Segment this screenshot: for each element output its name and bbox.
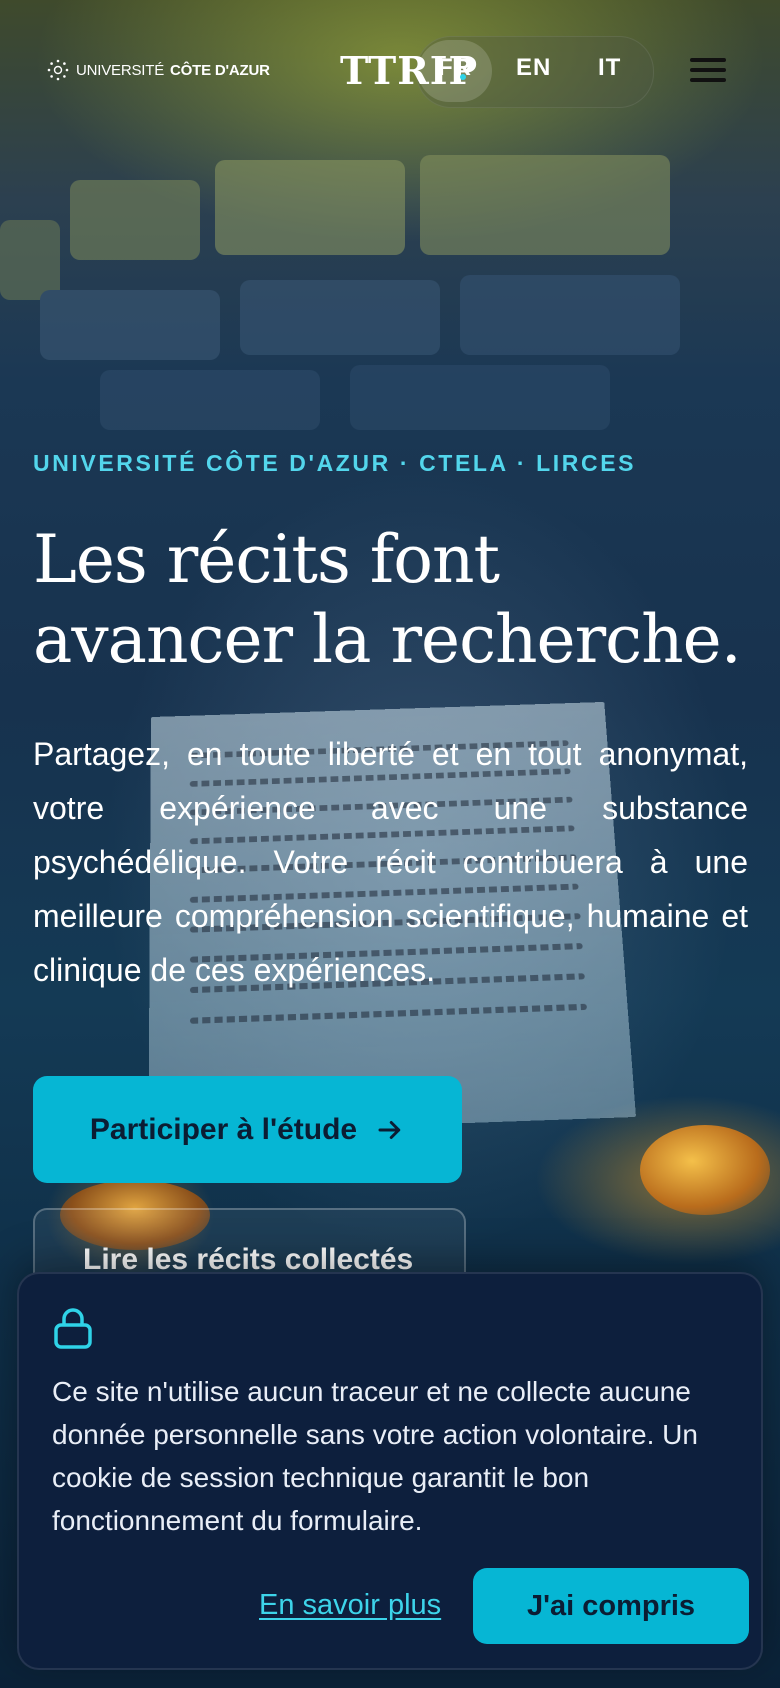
participate-button-label: Participer à l'étude	[89, 1112, 358, 1146]
arrow-right-icon	[378, 1120, 401, 1139]
hamburger-icon[interactable]	[690, 58, 726, 84]
background-stones	[0, 155, 680, 430]
learn-more-link[interactable]: En savoir plus	[259, 1589, 441, 1622]
university-logo[interactable]: UNIVERSITÉ CÔTE D'AZUR	[46, 58, 270, 82]
cookie-banner: Ce site n'utilise aucun traceur et ne co…	[17, 1272, 763, 1670]
university-logo-prefix: UNIVERSITÉ	[76, 61, 165, 79]
hero-eyebrow: UNIVERSITÉ CÔTE D'AZUR · CTELA · LIRCES	[33, 450, 637, 476]
accept-cookies-button[interactable]: J'ai compris	[473, 1568, 749, 1644]
language-it[interactable]: IT	[598, 54, 621, 82]
background-lamp	[640, 1125, 770, 1215]
language-en[interactable]: EN	[516, 54, 551, 82]
site-header: UNIVERSITÉ CÔTE D'AZUR TTRIP FR EN IT	[0, 0, 780, 140]
lock-icon	[54, 1308, 92, 1349]
hero-description: Partagez, en toute liberté et en tout an…	[33, 736, 748, 988]
university-logo-name: CÔTE D'AZUR	[170, 61, 270, 79]
cookie-banner-text: Ce site n'utilise aucun traceur et ne co…	[52, 1376, 698, 1536]
hero-title: Les récits font avancer la recherche.	[33, 521, 742, 678]
participate-button[interactable]: Participer à l'étude	[33, 1076, 462, 1183]
page: UNIVERSITÉ CÔTE D'AZUR TTRIP FR EN IT UN…	[0, 0, 780, 1688]
language-fr[interactable]: FR	[438, 54, 472, 82]
sun-icon	[47, 59, 69, 81]
